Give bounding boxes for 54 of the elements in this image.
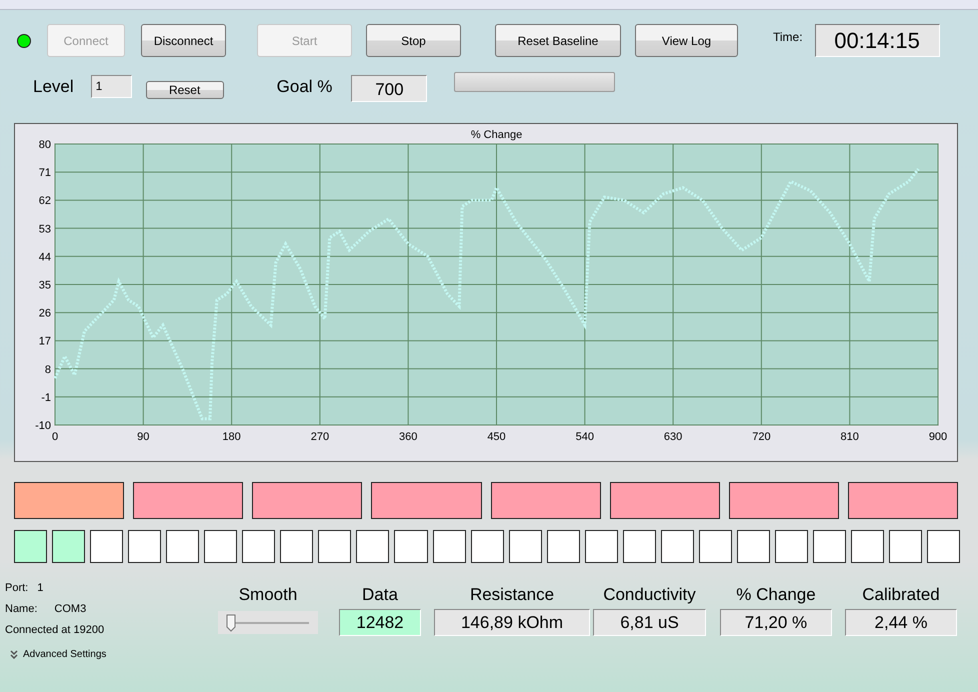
x-tick-label: 180 bbox=[222, 431, 241, 443]
y-tick-label: 8 bbox=[44, 364, 51, 376]
goal-label: Goal % bbox=[276, 77, 332, 97]
readout-value: 2,44 % bbox=[845, 609, 957, 636]
x-tick-label: 540 bbox=[576, 431, 594, 443]
x-tick-label: 450 bbox=[487, 431, 506, 443]
y-tick-label: 26 bbox=[38, 308, 51, 320]
time-label: Time: bbox=[773, 30, 803, 44]
readout-label: Calibrated bbox=[862, 584, 940, 606]
x-tick-label: 90 bbox=[137, 431, 150, 443]
port-label: Port: bbox=[5, 582, 28, 594]
name-label: Name: bbox=[5, 602, 38, 614]
level-field[interactable]: 1 bbox=[90, 75, 132, 98]
x-tick-label: 360 bbox=[399, 431, 418, 443]
level-label: Level bbox=[33, 77, 74, 97]
x-tick-label: 900 bbox=[928, 431, 948, 443]
slider-thumb[interactable] bbox=[226, 614, 236, 632]
toolbar-button[interactable]: Stop bbox=[366, 24, 461, 57]
name-value: COM3 bbox=[54, 602, 86, 614]
port-value: 1 bbox=[37, 582, 44, 594]
toolbar-button[interactable]: Reset Baseline bbox=[495, 24, 621, 57]
readout-label: Resistance bbox=[470, 584, 554, 606]
readout-value: 6,81 uS bbox=[593, 609, 706, 636]
y-tick-label: 80 bbox=[38, 139, 51, 151]
y-tick-label: 35 bbox=[38, 280, 51, 292]
readout-value: 71,20 % bbox=[720, 609, 832, 636]
readout-label: % Change bbox=[736, 584, 816, 606]
goal-field[interactable]: 700 bbox=[351, 75, 428, 102]
smooth-label: Smooth bbox=[238, 584, 298, 606]
smooth-slider[interactable] bbox=[218, 611, 318, 634]
y-tick-label: 44 bbox=[38, 251, 51, 264]
toolbar-button[interactable]: View Log bbox=[635, 24, 738, 57]
readout-value: 12482 bbox=[339, 609, 421, 636]
readout-label: Conductivity bbox=[603, 584, 696, 606]
double-chevron-icon[interactable] bbox=[10, 650, 18, 659]
toolbar-button[interactable]: Disconnect bbox=[141, 24, 226, 57]
advanced-settings-link[interactable]: Advanced Settings bbox=[23, 649, 106, 660]
readout-value: 146,89 kOhm bbox=[434, 609, 590, 636]
y-tick-label: -10 bbox=[35, 420, 51, 432]
readout-label: Data bbox=[362, 584, 398, 606]
x-tick-label: 270 bbox=[310, 431, 330, 443]
x-tick-label: 720 bbox=[752, 431, 771, 443]
x-tick-label: 630 bbox=[664, 431, 682, 443]
y-tick-label: 17 bbox=[38, 336, 51, 348]
y-tick-label: -1 bbox=[41, 392, 51, 404]
connection-status: Connected at 19200 bbox=[5, 624, 104, 636]
y-tick-label: 71 bbox=[38, 167, 51, 180]
x-tick-label: 0 bbox=[52, 431, 58, 443]
y-tick-label: 53 bbox=[38, 223, 51, 236]
x-tick-label: 810 bbox=[840, 431, 859, 443]
chart-title: % Change bbox=[470, 129, 522, 141]
y-tick-label: 62 bbox=[38, 195, 51, 208]
reset-button[interactable]: Reset bbox=[146, 81, 224, 99]
time-display: 00:14:15 bbox=[814, 24, 940, 57]
